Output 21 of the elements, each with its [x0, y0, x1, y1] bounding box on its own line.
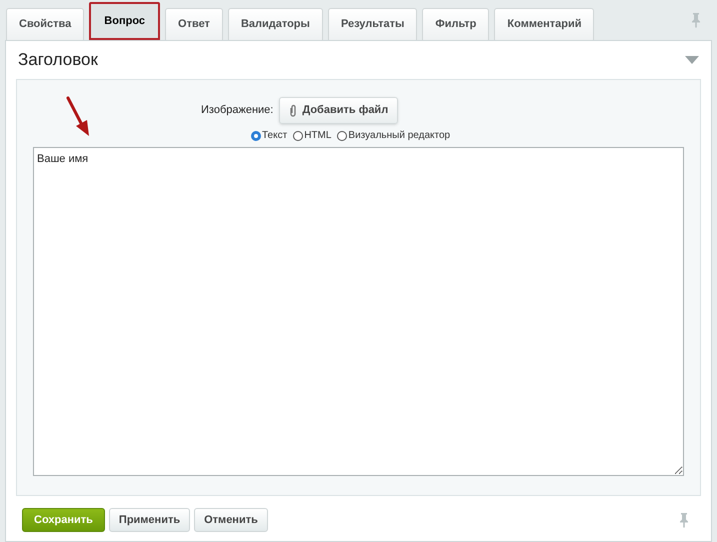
radio-icon[interactable] [337, 130, 348, 140]
mode-radio[interactable]: Визуальный редактор [337, 128, 450, 143]
action-button[interactable]: Отменить [194, 508, 268, 532]
paperclip-icon [289, 104, 298, 117]
tab[interactable]: Результаты [328, 8, 418, 40]
collapse-arrow-icon[interactable] [685, 56, 699, 64]
tab[interactable]: Валидаторы [228, 8, 323, 40]
add-file-button[interactable]: Добавить файл [279, 97, 398, 124]
mode-radio[interactable]: HTML [293, 128, 332, 143]
tab[interactable]: Вопрос [89, 2, 160, 40]
section-title: Заголовок [18, 49, 98, 72]
radio-icon[interactable] [293, 130, 304, 140]
radio-icon[interactable] [251, 130, 261, 140]
tab[interactable]: Комментарий [494, 8, 594, 40]
action-button[interactable]: Применить [108, 508, 190, 532]
question-text-field[interactable]: Ваше имя [33, 147, 684, 476]
tab[interactable]: Фильтр [422, 8, 490, 40]
tab[interactable]: Ответ [165, 8, 223, 40]
mode-radio[interactable]: Текст [251, 128, 288, 143]
tab[interactable]: Свойства [6, 8, 84, 40]
image-label: Изображение: [201, 103, 274, 118]
